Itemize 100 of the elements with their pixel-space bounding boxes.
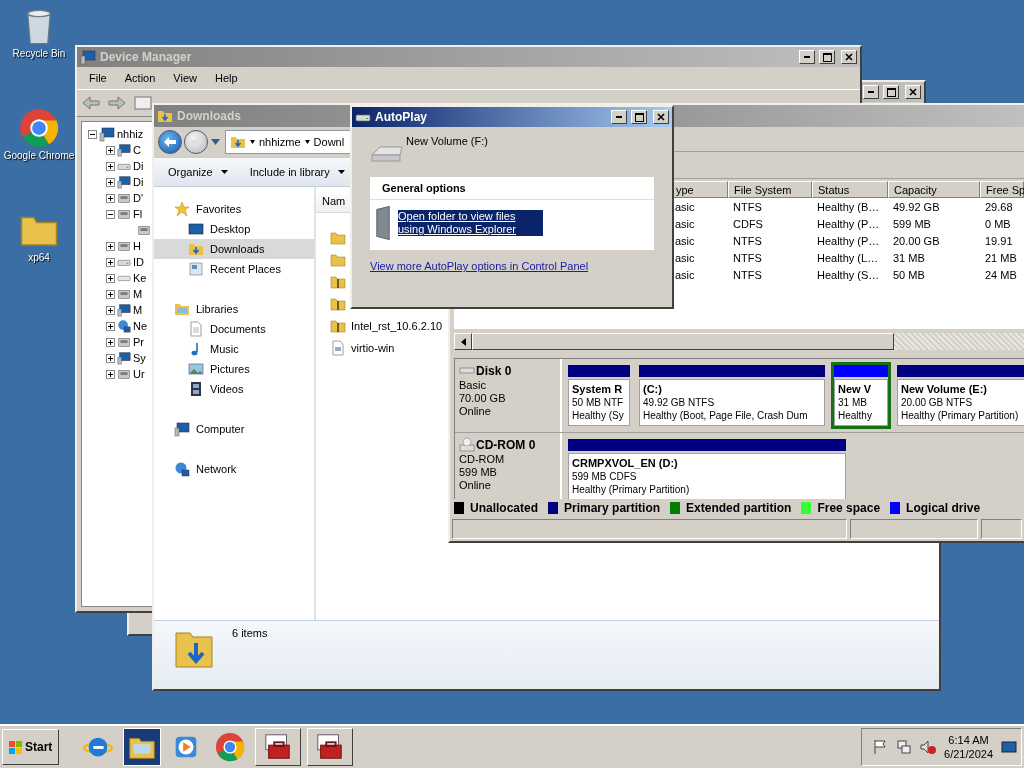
tree-item[interactable]: Ur	[133, 368, 145, 380]
tree-item[interactable]: D'	[133, 192, 144, 204]
forward-button[interactable]	[184, 130, 208, 154]
column-header[interactable]: Capacity	[888, 181, 980, 198]
history-dropdown[interactable]	[210, 138, 221, 146]
minimize-button[interactable]	[863, 85, 879, 99]
muted-speaker-icon[interactable]	[920, 739, 937, 755]
nav-item[interactable]: Desktop	[210, 223, 251, 235]
control-panel-link[interactable]: View more AutoPlay options in Control Panel	[370, 260, 654, 272]
expand-toggle[interactable]	[106, 289, 115, 299]
menu-item[interactable]: Help	[206, 72, 246, 84]
clock-time[interactable]: 6:14 AM	[948, 733, 989, 747]
tree-item[interactable]: M	[133, 304, 143, 316]
breadcrumb-item[interactable]: Downl	[313, 136, 345, 148]
tree-item[interactable]: Ke	[133, 272, 147, 284]
expand-toggle[interactable]	[106, 177, 115, 187]
menu-item[interactable]: View	[165, 72, 205, 84]
column-header[interactable]: File System	[728, 181, 812, 198]
nav-item[interactable]: Recent Places	[210, 263, 281, 275]
maximize-button[interactable]	[883, 85, 899, 99]
close-button[interactable]	[905, 85, 921, 99]
nav-item[interactable]: Documents	[210, 323, 266, 335]
left-arrow-icon[interactable]	[460, 337, 466, 346]
taskbar-button[interactable]	[123, 728, 162, 766]
window-title: AutoPlay	[375, 110, 427, 124]
expand-toggle[interactable]	[106, 369, 115, 379]
expand-toggle[interactable]	[106, 257, 115, 267]
nav-group[interactable]: Network	[196, 463, 237, 475]
horizontal-scrollbar[interactable]	[454, 333, 1024, 350]
nav-group[interactable]: Favorites	[196, 203, 242, 215]
desktop-icon-label[interactable]: Recycle Bin	[12, 48, 66, 59]
file-name[interactable]: Intel_rst_10.6.2.10	[351, 320, 443, 332]
minimize-icon	[804, 56, 810, 58]
show-desktop-icon[interactable]	[1001, 739, 1017, 755]
plus-icon	[107, 242, 114, 250]
computer-icon	[80, 49, 96, 65]
computer-icon	[117, 303, 131, 317]
column-header[interactable]: Nam	[322, 195, 346, 207]
network-icon[interactable]	[896, 739, 913, 755]
maximize-button[interactable]	[819, 50, 835, 64]
back-button[interactable]	[158, 130, 182, 154]
caret-icon	[250, 140, 255, 144]
partition-detail: 599 MB CDFS	[572, 470, 637, 483]
tree-item[interactable]: C	[133, 144, 141, 156]
partition-name: System R	[572, 383, 623, 396]
plus-icon	[107, 290, 114, 298]
expand-toggle[interactable]	[106, 241, 115, 251]
nav-group[interactable]: Libraries	[196, 303, 239, 315]
close-button[interactable]	[653, 110, 669, 124]
nav-group[interactable]: Computer	[196, 423, 245, 435]
flag-icon[interactable]	[872, 739, 889, 755]
caret-icon	[337, 170, 345, 174]
library-folder-icon	[174, 301, 190, 317]
document-icon	[188, 321, 204, 337]
partition[interactable]: New V 31 MB Healthy	[831, 362, 891, 429]
tree-item[interactable]: Ne	[133, 320, 148, 332]
plus-icon	[107, 162, 114, 170]
close-button[interactable]	[841, 50, 857, 64]
minimize-button[interactable]	[799, 50, 815, 64]
menu-item[interactable]: File	[81, 72, 115, 84]
plus-icon	[107, 370, 114, 378]
start-button[interactable]: Start	[2, 729, 60, 765]
tree-item[interactable]: nhhiz	[117, 128, 144, 140]
expand-toggle[interactable]	[88, 129, 97, 139]
pictures-icon	[188, 361, 204, 377]
tree-item[interactable]: H	[133, 240, 141, 252]
nav-item[interactable]: Music	[210, 343, 239, 355]
toolbar-menu-button[interactable]: Organize	[168, 166, 228, 178]
menu-item[interactable]: Action	[116, 72, 164, 84]
expand-toggle[interactable]	[106, 273, 115, 283]
desktop-icon-label[interactable]: xp64	[28, 252, 50, 263]
clock-date[interactable]: 6/21/2024	[944, 747, 993, 761]
toolbar-menu-button[interactable]: Include in library	[249, 166, 345, 178]
expand-toggle[interactable]	[106, 305, 115, 315]
column-header[interactable]: Free Sp	[980, 181, 1024, 198]
nav-item[interactable]: Pictures	[210, 363, 250, 375]
tree-item[interactable]: Sy	[133, 352, 146, 364]
expand-toggle[interactable]	[106, 193, 115, 203]
taskbar-button[interactable]	[307, 728, 354, 766]
file-name[interactable]: virtio-win	[351, 342, 395, 354]
tree-item[interactable]: Pr	[133, 336, 144, 348]
taskbar-button[interactable]	[255, 728, 302, 766]
column-header[interactable]: Status	[812, 181, 888, 198]
autoplay-option[interactable]: Open folder to view files using Windows Explorer	[398, 210, 543, 236]
expand-toggle[interactable]	[106, 145, 115, 155]
tree-item[interactable]: M	[133, 288, 143, 300]
minimize-button[interactable]	[611, 110, 627, 124]
maximize-button[interactable]	[631, 110, 647, 124]
tree-item[interactable]: Fl	[133, 208, 143, 220]
expand-toggle[interactable]	[106, 353, 115, 363]
expand-toggle[interactable]	[106, 337, 115, 347]
tree-item[interactable]: ID	[133, 256, 144, 268]
expand-toggle[interactable]	[106, 161, 115, 171]
expand-toggle[interactable]	[106, 321, 115, 331]
desktop-icon-label[interactable]: Google Chrome	[3, 150, 75, 161]
nav-item[interactable]: Videos	[210, 383, 244, 395]
tree-item[interactable]: Di	[133, 176, 144, 188]
breadcrumb-item[interactable]: nhhizme	[259, 136, 301, 148]
expand-toggle[interactable]	[106, 209, 115, 219]
tree-item[interactable]: Di	[133, 160, 144, 172]
